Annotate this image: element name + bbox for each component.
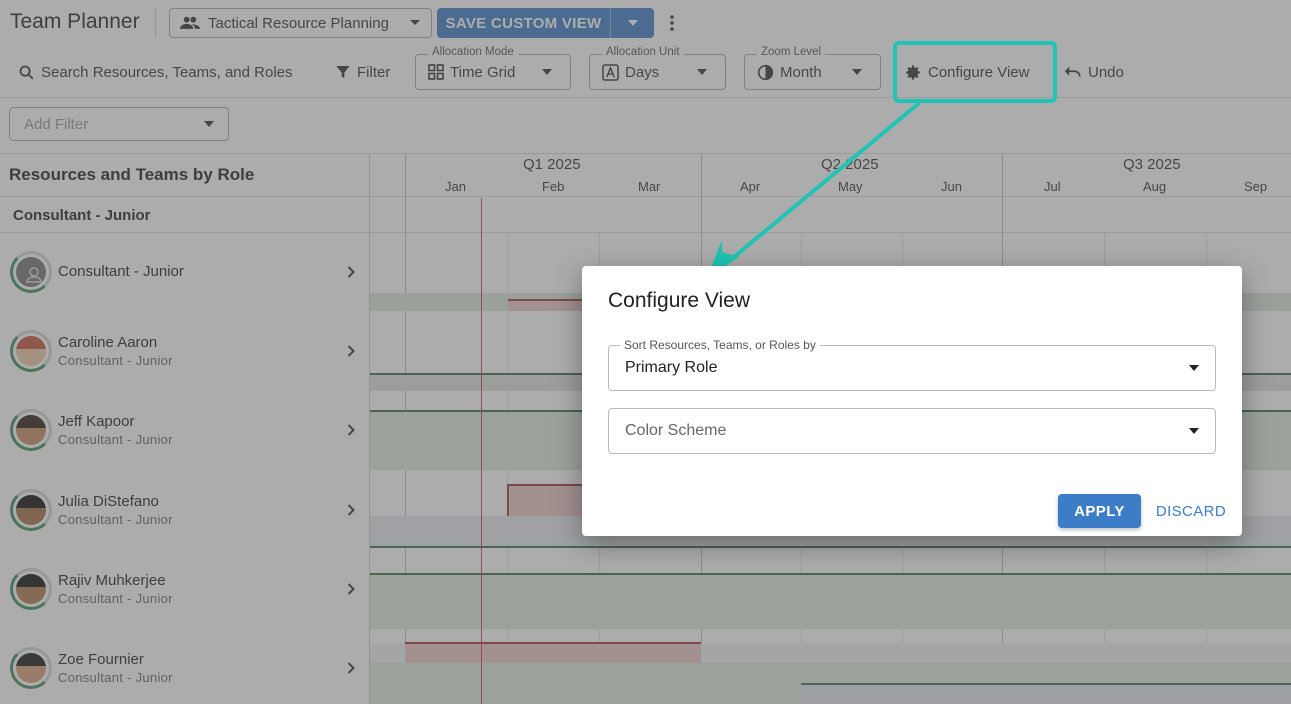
color-scheme-select[interactable]: Color Scheme [608, 408, 1216, 454]
sort-by-select[interactable]: Sort Resources, Teams, or Roles by Prima… [608, 338, 1216, 391]
caret-down-icon [1189, 365, 1199, 371]
color-scheme-placeholder: Color Scheme [625, 422, 727, 439]
configure-view-highlight [893, 41, 1057, 103]
sort-by-legend: Sort Resources, Teams, or Roles by [620, 338, 820, 352]
dialog-title: Configure View [608, 289, 751, 312]
configure-view-dialog: Configure View Sort Resources, Teams, or… [582, 266, 1242, 536]
caret-down-icon [1189, 428, 1199, 434]
discard-button[interactable]: DISCARD [1154, 494, 1228, 528]
sort-by-value: Primary Role [625, 359, 718, 376]
apply-button[interactable]: APPLY [1058, 494, 1141, 528]
